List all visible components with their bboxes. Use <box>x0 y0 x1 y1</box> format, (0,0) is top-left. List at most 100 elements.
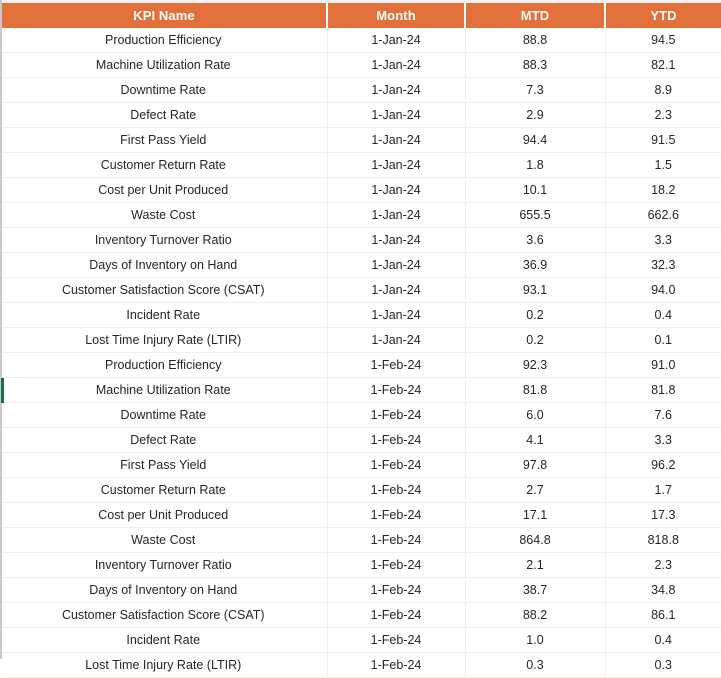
cell-ytd[interactable]: 91.5 <box>605 127 721 153</box>
cell-mtd[interactable]: 88.3 <box>465 52 606 78</box>
cell-mtd[interactable]: 81.8 <box>465 377 606 403</box>
table-row[interactable]: Customer Satisfaction Score (CSAT) 1-Jan-… <box>2 277 721 303</box>
cell-mtd[interactable]: 7.3 <box>465 77 606 103</box>
table-row[interactable]: Cost per Unit Produced 1-Jan-24 10.1 18.2 <box>2 177 721 203</box>
cell-mtd[interactable]: 17.1 <box>465 502 606 528</box>
cell-month[interactable]: 1-Jan-24 <box>327 127 466 153</box>
cell-mtd[interactable]: 2.7 <box>465 477 606 503</box>
table-row[interactable]: Inventory Turnover Ratio 1-Feb-24 2.1 2.3 <box>2 552 721 578</box>
cell-mtd[interactable]: 6.0 <box>465 402 606 428</box>
cell-kpi-name[interactable]: Customer Return Rate <box>2 477 328 503</box>
table-row[interactable]: Incident Rate 1-Jan-24 0.2 0.4 <box>2 302 721 328</box>
table-row[interactable]: Downtime Rate 1-Feb-24 6.0 7.6 <box>2 402 721 428</box>
cell-month[interactable]: 1-Feb-24 <box>327 527 466 553</box>
cell-mtd[interactable]: 93.1 <box>465 277 606 303</box>
table-row[interactable]: Customer Satisfaction Score (CSAT) 1-Feb-… <box>2 602 721 628</box>
cell-kpi-name[interactable]: Customer Satisfaction Score (CSAT) <box>2 277 328 303</box>
cell-mtd[interactable]: 94.4 <box>465 127 606 153</box>
cell-month[interactable]: 1-Jan-24 <box>327 77 466 103</box>
cell-mtd[interactable]: 88.2 <box>465 602 606 628</box>
cell-kpi-name[interactable]: Incident Rate <box>2 627 328 653</box>
table-row[interactable]: First Pass Yield 1-Jan-24 94.4 91.5 <box>2 127 721 153</box>
cell-mtd[interactable]: 0.2 <box>465 302 606 328</box>
cell-month[interactable]: 1-Jan-24 <box>327 327 466 353</box>
cell-mtd[interactable]: 97.8 <box>465 452 606 478</box>
cell-kpi-name[interactable]: Downtime Rate <box>2 77 328 103</box>
table-row[interactable]: Defect Rate 1-Jan-24 2.9 2.3 <box>2 102 721 128</box>
table-row[interactable]: First Pass Yield 1-Feb-24 97.8 96.2 <box>2 452 721 478</box>
cell-kpi-name[interactable]: Waste Cost <box>2 527 328 553</box>
cell-ytd[interactable]: 91.0 <box>605 352 721 378</box>
cell-kpi-name[interactable]: Machine Utilization Rate <box>2 52 328 78</box>
cell-kpi-name[interactable]: Defect Rate <box>2 102 328 128</box>
table-row[interactable]: Waste Cost 1-Jan-24 655.5 662.6 <box>2 202 721 228</box>
cell-ytd[interactable]: 81.8 <box>605 377 721 403</box>
cell-mtd[interactable]: 864.8 <box>465 527 606 553</box>
cell-ytd[interactable]: 7.6 <box>605 402 721 428</box>
cell-month[interactable]: 1-Feb-24 <box>327 352 466 378</box>
cell-mtd[interactable]: 92.3 <box>465 352 606 378</box>
cell-month[interactable]: 1-Jan-24 <box>327 277 466 303</box>
table-row[interactable]: Customer Return Rate 1-Feb-24 2.7 1.7 <box>2 477 721 503</box>
cell-kpi-name[interactable]: Production Efficiency <box>2 28 328 53</box>
cell-mtd[interactable]: 36.9 <box>465 252 606 278</box>
cell-month[interactable]: 1-Jan-24 <box>327 302 466 328</box>
cell-kpi-name[interactable]: Cost per Unit Produced <box>2 502 328 528</box>
cell-month[interactable]: 1-Jan-24 <box>327 52 466 78</box>
cell-mtd[interactable]: 0.3 <box>465 652 606 678</box>
cell-ytd[interactable]: 0.4 <box>605 302 721 328</box>
cell-ytd[interactable]: 662.6 <box>605 202 721 228</box>
cell-ytd[interactable]: 2.3 <box>605 102 721 128</box>
table-row[interactable]: Lost Time Injury Rate (LTIR) 1-Jan-24 0.2 0… <box>2 327 721 353</box>
cell-mtd[interactable]: 1.0 <box>465 627 606 653</box>
cell-ytd[interactable]: 0.1 <box>605 327 721 353</box>
cell-mtd[interactable]: 38.7 <box>465 577 606 603</box>
cell-kpi-name[interactable]: Downtime Rate <box>2 402 328 428</box>
cell-month[interactable]: 1-Feb-24 <box>327 477 466 503</box>
cell-month[interactable]: 1-Jan-24 <box>327 28 466 53</box>
cell-kpi-name[interactable]: Lost Time Injury Rate (LTIR) <box>2 327 328 353</box>
cell-kpi-name[interactable]: First Pass Yield <box>2 127 328 153</box>
cell-ytd[interactable]: 32.3 <box>605 252 721 278</box>
cell-kpi-name[interactable]: Defect Rate <box>2 427 328 453</box>
cell-kpi-name[interactable]: Inventory Turnover Ratio <box>2 227 328 253</box>
column-header-mtd[interactable]: MTD <box>465 3 606 28</box>
table-row[interactable]: Days of Inventory on Hand 1-Feb-24 38.7 34.… <box>2 577 721 603</box>
cell-mtd[interactable]: 2.1 <box>465 552 606 578</box>
cell-month[interactable]: 1-Feb-24 <box>327 427 466 453</box>
cell-month[interactable]: 1-Feb-24 <box>327 552 466 578</box>
cell-ytd[interactable]: 1.7 <box>605 477 721 503</box>
cell-ytd[interactable]: 818.8 <box>605 527 721 553</box>
cell-ytd[interactable]: 82.1 <box>605 52 721 78</box>
cell-month[interactable]: 1-Jan-24 <box>327 227 466 253</box>
cell-kpi-name[interactable]: Inventory Turnover Ratio <box>2 552 328 578</box>
cell-month[interactable]: 1-Jan-24 <box>327 252 466 278</box>
cell-month[interactable]: 1-Jan-24 <box>327 152 466 178</box>
cell-kpi-name[interactable]: Waste Cost <box>2 202 328 228</box>
cell-month[interactable]: 1-Feb-24 <box>327 652 466 678</box>
column-header-kpi-name[interactable]: KPI Name <box>2 3 328 28</box>
cell-kpi-name[interactable]: Days of Inventory on Hand <box>2 577 328 603</box>
table-row[interactable]: Production Efficiency 1-Jan-24 88.8 94.5 <box>2 28 721 53</box>
cell-ytd[interactable]: 1.5 <box>605 152 721 178</box>
table-row[interactable]: Cost per Unit Produced 1-Feb-24 17.1 17.3 <box>2 502 721 528</box>
cell-ytd[interactable]: 0.4 <box>605 627 721 653</box>
cell-ytd[interactable]: 18.2 <box>605 177 721 203</box>
table-row[interactable]: Waste Cost 1-Feb-24 864.8 818.8 <box>2 527 721 553</box>
cell-ytd[interactable]: 3.3 <box>605 427 721 453</box>
cell-ytd[interactable]: 17.3 <box>605 502 721 528</box>
cell-kpi-name[interactable]: Cost per Unit Produced <box>2 177 328 203</box>
cell-kpi-name[interactable]: Days of Inventory on Hand <box>2 252 328 278</box>
cell-kpi-name[interactable]: Incident Rate <box>2 302 328 328</box>
table-row[interactable]: Incident Rate 1-Feb-24 1.0 0.4 <box>2 627 721 653</box>
table-row[interactable]: Downtime Rate 1-Jan-24 7.3 8.9 <box>2 77 721 103</box>
cell-kpi-name[interactable]: Production Efficiency <box>2 352 328 378</box>
cell-kpi-name[interactable]: Customer Return Rate <box>2 152 328 178</box>
cell-mtd[interactable]: 1.8 <box>465 152 606 178</box>
cell-mtd[interactable]: 10.1 <box>465 177 606 203</box>
cell-ytd[interactable]: 8.9 <box>605 77 721 103</box>
cell-month[interactable]: 1-Jan-24 <box>327 102 466 128</box>
cell-mtd[interactable]: 3.6 <box>465 227 606 253</box>
cell-kpi-name[interactable]: Machine Utilization Rate <box>2 377 328 403</box>
cell-ytd[interactable]: 34.8 <box>605 577 721 603</box>
